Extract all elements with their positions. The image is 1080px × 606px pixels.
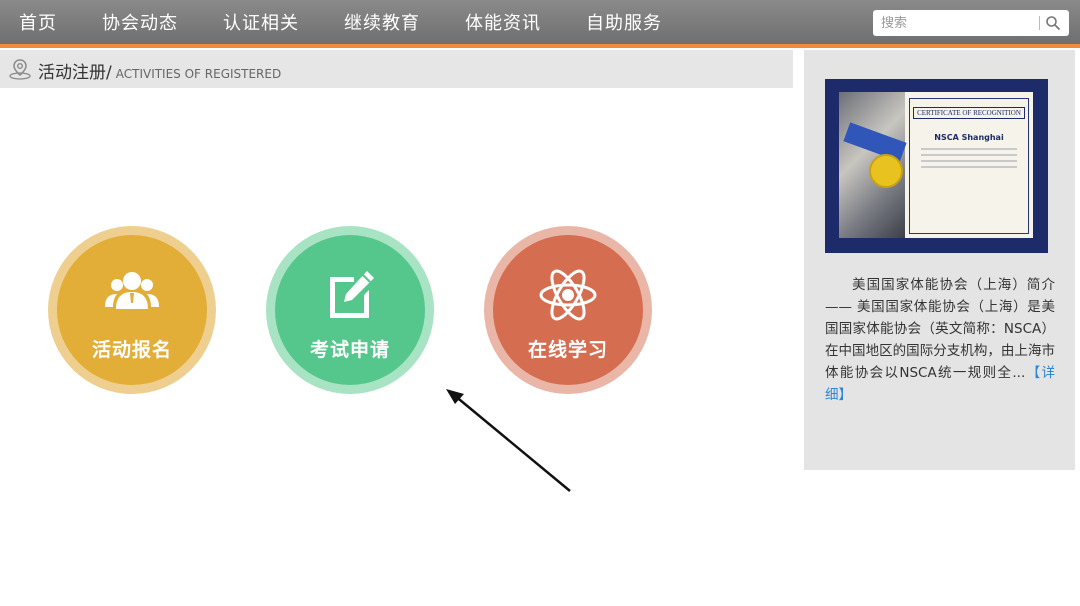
page-title: 活动注册/ACTIVITIES OF REGISTERED — [38, 58, 281, 83]
activity-registration-button[interactable]: 活动报名 — [48, 226, 216, 394]
online-learning-button[interactable]: 在线学习 — [484, 226, 652, 394]
certificate-image[interactable]: CERTIFICATE OF RECOGNITION NSCA Shanghai — [825, 79, 1048, 253]
top-navigation-bar: 首页 协会动态 认证相关 继续教育 体能资讯 自助服务 — [0, 0, 1080, 44]
edit-form-icon — [330, 271, 374, 318]
location-pin-icon — [9, 59, 31, 80]
activity-registration-label: 活动报名 — [91, 339, 172, 361]
breadcrumb-subtitle: ACTIVITIES OF REGISTERED — [115, 67, 282, 81]
accent-divider — [0, 44, 1080, 48]
certificate-plaque-photo — [839, 92, 907, 238]
group-users-icon — [105, 272, 159, 309]
nav-item-continuing-education[interactable]: 继续教育 — [344, 9, 420, 35]
online-learning-label: 在线学习 — [527, 339, 608, 361]
pointer-arrow-icon — [446, 389, 571, 492]
online-learning-circle: 在线学习 — [493, 235, 643, 385]
search-icon[interactable] — [1045, 15, 1061, 31]
exam-application-button[interactable]: 考试申请 — [266, 226, 434, 394]
breadcrumb: 活动注册/ACTIVITIES OF REGISTERED — [0, 50, 793, 88]
seal-icon — [869, 154, 903, 188]
atom-icon — [539, 269, 597, 321]
breadcrumb-title: 活动注册/ — [38, 63, 112, 83]
ribbon-graphic — [843, 122, 907, 162]
certificate-heading: CERTIFICATE OF RECOGNITION — [913, 107, 1025, 119]
exam-application-circle: 考试申请 — [275, 235, 425, 385]
certificate-document: CERTIFICATE OF RECOGNITION NSCA Shanghai — [909, 98, 1029, 234]
search-input[interactable] — [881, 13, 1031, 33]
nav-item-association-news[interactable]: 协会动态 — [102, 9, 178, 35]
certificate-recipient: NSCA Shanghai — [934, 133, 1004, 142]
activity-registration-circle: 活动报名 — [57, 235, 207, 385]
search-divider — [1039, 16, 1040, 30]
nav-item-fitness-news[interactable]: 体能资讯 — [465, 9, 541, 35]
nav-item-certification[interactable]: 认证相关 — [223, 9, 299, 35]
main-nav: 首页 协会动态 认证相关 继续教育 体能资讯 自助服务 — [0, 0, 688, 44]
intro-text: 美国国家体能协会（上海）简介—— 美国国家体能协会（上海）是美国国家体能协会（英… — [825, 277, 1055, 381]
exam-application-label: 考试申请 — [309, 339, 390, 361]
certificate-body-lines — [921, 148, 1017, 168]
sidebar: CERTIFICATE OF RECOGNITION NSCA Shanghai… — [804, 50, 1075, 470]
association-intro: 美国国家体能协会（上海）简介—— 美国国家体能协会（上海）是美国国家体能协会（英… — [825, 274, 1055, 406]
nav-item-home[interactable]: 首页 — [19, 9, 57, 35]
nav-item-self-service[interactable]: 自助服务 — [586, 9, 662, 35]
certificate-frame: CERTIFICATE OF RECOGNITION NSCA Shanghai — [839, 92, 1033, 238]
search-box — [873, 10, 1069, 36]
